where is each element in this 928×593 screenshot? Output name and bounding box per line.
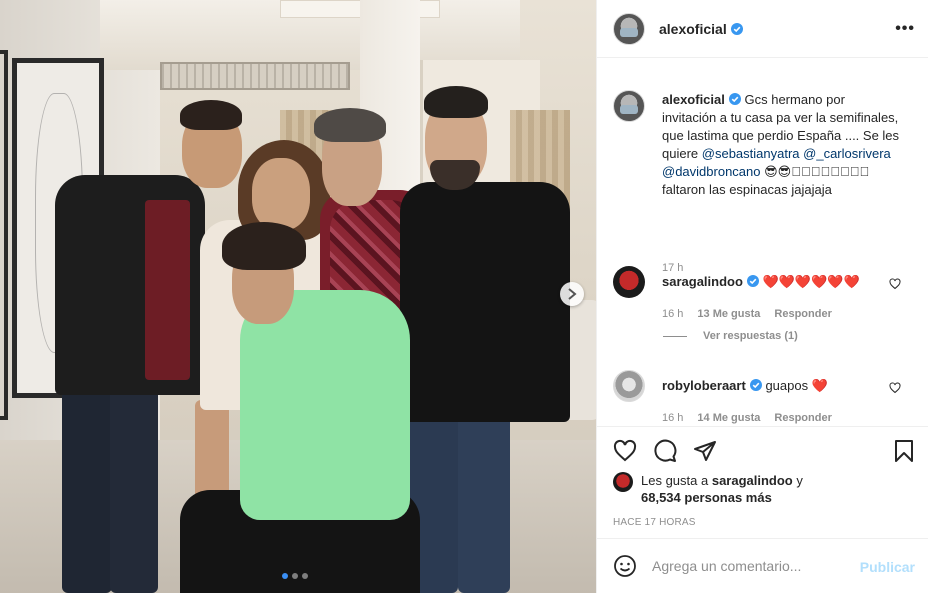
photo-vent [160, 62, 350, 90]
author-avatar[interactable] [613, 12, 645, 45]
replies-divider [663, 335, 687, 337]
caption-text: alexoficial Gcs hermano por invitación a… [662, 91, 902, 199]
mention-link[interactable]: @davidbroncano [662, 164, 760, 179]
carousel-next-button[interactable] [560, 282, 584, 306]
comment-body: guapos ❤️ [765, 378, 828, 393]
comment-likes[interactable]: 13 Me gusta [697, 308, 760, 320]
likes-connector: y [796, 473, 803, 488]
publish-button[interactable]: Publicar [860, 559, 915, 575]
comment-meta: 16 h 13 Me gusta Responder [662, 308, 832, 320]
carousel-dot [302, 573, 308, 579]
author-username[interactable]: alexoficial [659, 21, 743, 37]
comment-likes[interactable]: 14 Me gusta [697, 412, 760, 424]
commenter-username[interactable]: saragalindoo [662, 274, 743, 289]
post-actions: Les gusta a saragalindoo y 68,534 person… [597, 426, 928, 538]
reply-button[interactable]: Responder [774, 412, 831, 424]
comment-text: saragalindoo ❤️❤️❤️❤️❤️❤️ [662, 273, 882, 291]
carousel-indicator [282, 573, 308, 579]
commenter-avatar[interactable] [613, 370, 645, 402]
carousel-dot [282, 573, 288, 579]
comment-meta: 16 h 14 Me gusta Responder [662, 412, 832, 424]
mention-link[interactable]: @_carlosrivera [803, 146, 891, 161]
comment-icon[interactable] [653, 439, 677, 463]
liker-avatar[interactable] [613, 472, 633, 492]
comment-input[interactable] [652, 558, 852, 574]
bookmark-icon[interactable] [892, 439, 916, 463]
liker-username[interactable]: saragalindoo [712, 473, 793, 488]
verified-icon [730, 22, 743, 35]
commenter-avatar[interactable] [613, 266, 645, 298]
post-header: alexoficial ••• [597, 0, 928, 58]
add-comment-bar: Publicar [597, 538, 928, 593]
heart-icon[interactable] [889, 382, 901, 394]
post-photo[interactable] [0, 0, 596, 593]
view-replies-button[interactable]: Ver respuestas (1) [663, 330, 798, 342]
mention-link[interactable]: @sebastianyatra [702, 146, 800, 161]
photo-frame [0, 50, 8, 420]
comment-time[interactable]: 16 h [662, 412, 683, 424]
share-icon[interactable] [693, 439, 717, 463]
author-avatar[interactable] [613, 90, 645, 122]
verified-icon [749, 379, 762, 391]
reply-button[interactable]: Responder [774, 308, 831, 320]
verified-icon [728, 93, 741, 105]
likes-count[interactable]: 68,534 personas más [641, 490, 772, 505]
comments-section: alexoficial Gcs hermano por invitación a… [597, 58, 928, 426]
comment-body: ❤️❤️❤️❤️❤️❤️ [762, 274, 860, 289]
caption-username[interactable]: alexoficial [662, 92, 725, 107]
view-replies-label: Ver respuestas (1) [703, 330, 798, 342]
emoji-icon[interactable] [613, 554, 637, 578]
likes-prefix: Les gusta a [641, 473, 709, 488]
heart-icon[interactable] [613, 439, 637, 463]
likes-text: Les gusta a saragalindoo y 68,534 person… [641, 472, 901, 506]
verified-icon [746, 275, 759, 287]
comment-text: robyloberaart guapos ❤️ [662, 377, 882, 395]
commenter-username[interactable]: robyloberaart [662, 378, 746, 393]
post-sidebar: alexoficial ••• alexoficial Gcs hermano … [596, 0, 928, 593]
comment-time[interactable]: 16 h [662, 308, 683, 320]
carousel-dot [292, 573, 298, 579]
heart-icon[interactable] [889, 278, 901, 290]
more-options-icon[interactable]: ••• [895, 20, 915, 38]
next-arrow-icon [568, 288, 577, 300]
post-timestamp[interactable]: HACE 17 HORAS [613, 517, 696, 528]
